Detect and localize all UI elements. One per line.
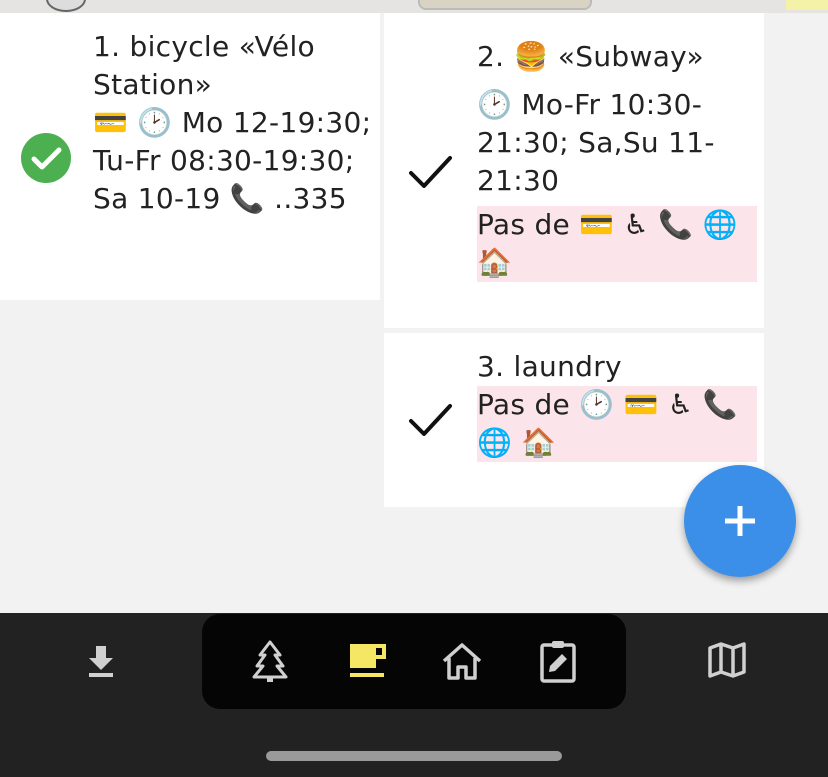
map-feature (46, 0, 86, 12)
poi-title: 1. bicycle «Vélo Station» (93, 30, 315, 102)
tab-home[interactable] (438, 637, 486, 685)
checkmark-icon[interactable] (406, 148, 456, 198)
poi-card-1-text: 1. bicycle «Vélo Station» 💳 🕑 Mo 12-19:3… (93, 28, 373, 218)
missing-prefix: Pas de (477, 208, 571, 242)
poi-card-3-text: 3. laundry Pas de 🕑 💳 ♿ 📞 🌐 🏠 (477, 348, 757, 463)
poi-details: 💳 🕑 Mo 12-19:30; Tu-Fr 08:30-19:30; Sa 1… (93, 106, 372, 216)
plus-icon (725, 506, 755, 536)
missing-prefix: Pas de (477, 388, 571, 422)
map-feature (786, 0, 828, 10)
checkmark-icon[interactable] (406, 396, 456, 446)
download-icon (89, 646, 113, 677)
missing-info: Pas de 🕑 💳 ♿ 📞 🌐 🏠 (477, 386, 757, 463)
tab-edit[interactable] (534, 637, 582, 685)
poi-hours: 🕑 Mo-Fr 10:30-21:30; Sa,Su 11-21:30 (477, 88, 715, 198)
tab-food[interactable] (343, 637, 391, 685)
home-icon (442, 643, 482, 680)
map-button[interactable] (703, 636, 751, 684)
cup-icon (350, 644, 386, 677)
poi-card-2-text: 2. 🍔 «Subway» 🕑 Mo-Fr 10:30-21:30; Sa,Su… (477, 38, 757, 283)
checked-circle-icon[interactable] (21, 133, 71, 183)
clipboard-edit-icon (540, 641, 576, 683)
tab-nature[interactable] (246, 637, 294, 685)
poi-title: 2. 🍔 «Subway» (477, 40, 704, 73)
map-icon (708, 642, 746, 678)
tree-icon (252, 640, 288, 682)
poi-title: 3. laundry (477, 350, 622, 383)
map-background (0, 0, 828, 13)
map-feature (418, 0, 592, 10)
download-button[interactable] (77, 636, 125, 684)
home-indicator (266, 751, 562, 761)
missing-info: Pas de 💳 ♿ 📞 🌐 🏠 (477, 206, 757, 283)
add-button[interactable] (684, 465, 796, 577)
